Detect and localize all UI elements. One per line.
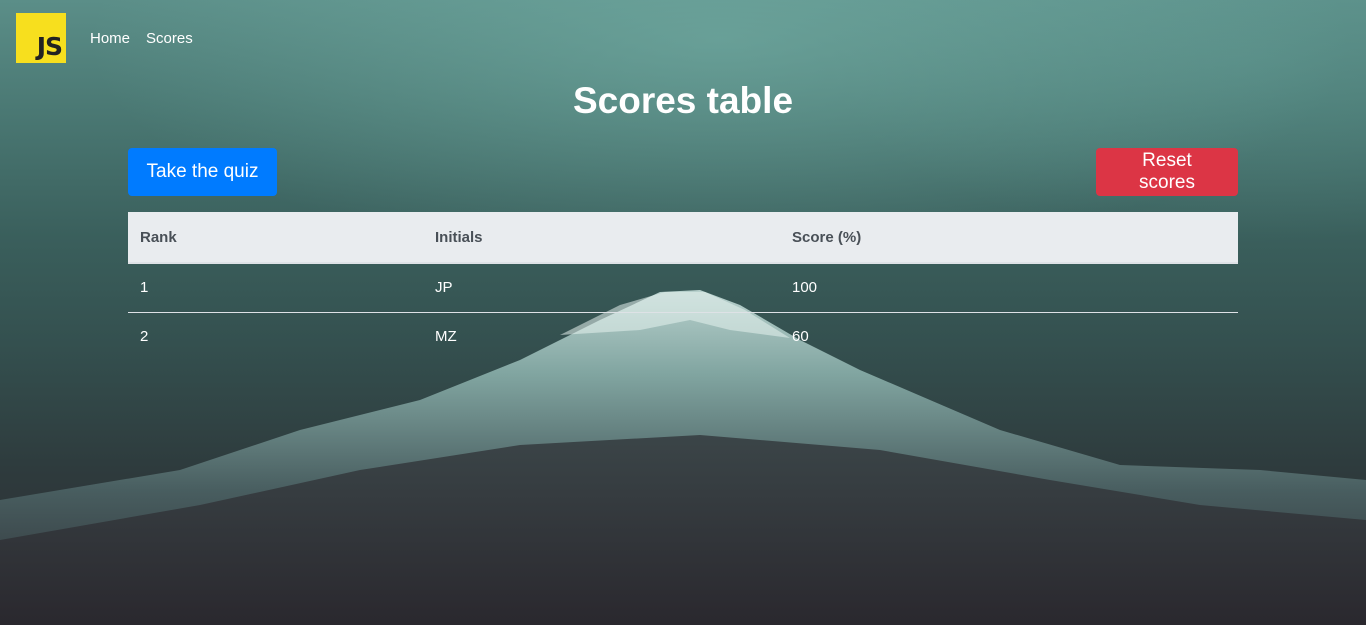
column-header-initials: Initials bbox=[423, 212, 780, 264]
rank-cell: 2 bbox=[140, 328, 149, 346]
initials-cell: JP bbox=[423, 263, 780, 313]
page-title: Scores table bbox=[572, 80, 794, 121]
js-logo[interactable]: JS bbox=[16, 13, 66, 63]
column-header-score: Score (%) bbox=[780, 212, 1238, 264]
nav-link-scores[interactable]: Scores bbox=[146, 30, 193, 47]
score-cell: 100 bbox=[780, 263, 1238, 313]
logo-text: JS bbox=[36, 32, 63, 61]
nav-link-home[interactable]: Home bbox=[90, 30, 130, 47]
navbar: JS Home Scores bbox=[16, 13, 193, 63]
column-header-rank: Rank bbox=[128, 212, 423, 264]
rank-cell: 1 bbox=[128, 263, 423, 313]
scores-table: Rank Initials Score (%) 1 JP 100 2 MZ 60 bbox=[128, 212, 1238, 361]
table-header: Rank Initials Score (%) bbox=[128, 212, 1238, 264]
table-row: 2 MZ 60 bbox=[128, 312, 1238, 361]
table-row: 1 JP 100 bbox=[128, 263, 1238, 313]
score-cell: 60 bbox=[792, 328, 809, 346]
reset-scores-button[interactable]: Reset scores bbox=[1096, 148, 1238, 196]
take-quiz-button[interactable]: Take the quiz bbox=[128, 148, 277, 196]
initials-cell: MZ bbox=[435, 328, 457, 346]
